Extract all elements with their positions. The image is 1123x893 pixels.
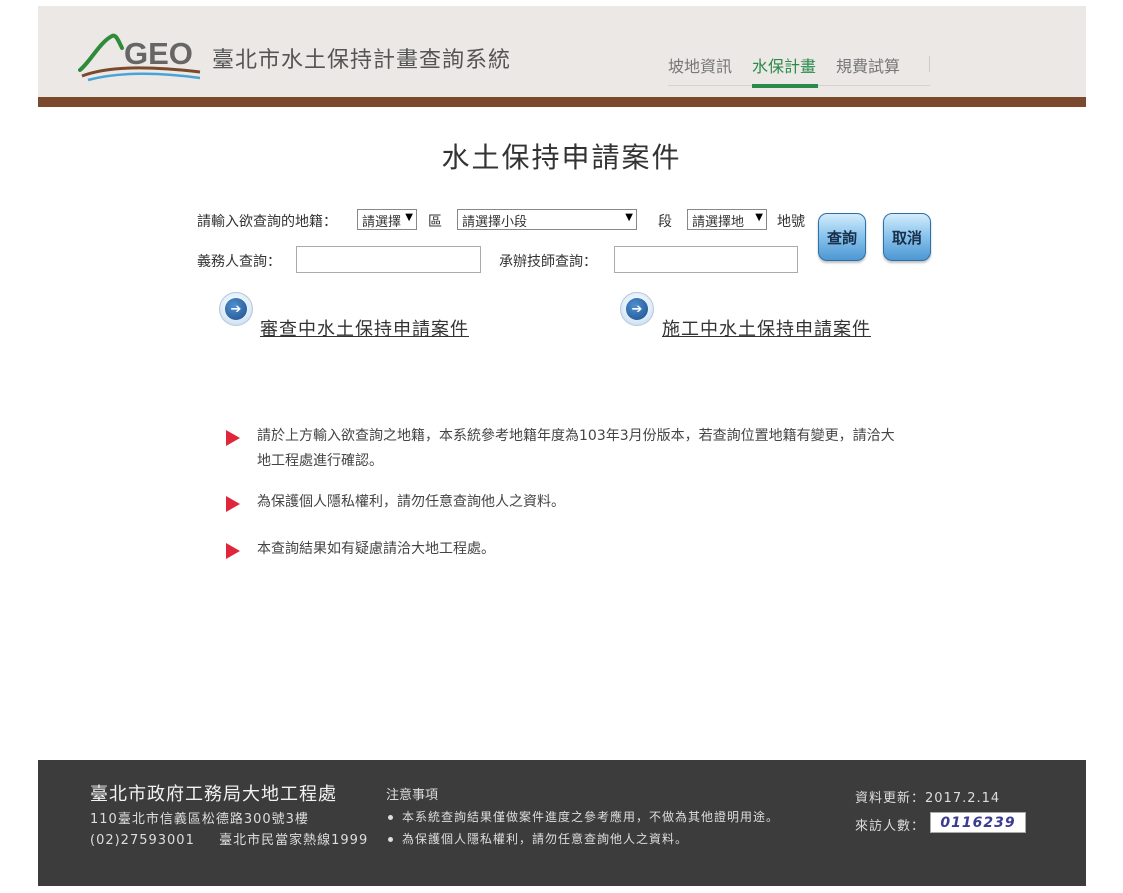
search-button[interactable]: 查詢 [818,213,866,261]
logo-text: GEO [124,36,193,71]
page-title: 水土保持申請案件 [441,141,682,174]
lot-select-value: 請選擇地 [692,215,745,230]
engineer-label: 承辦技師查詢： [499,254,597,270]
section-unit: 段 [658,214,672,230]
arrow-circle-icon[interactable]: ➔ [620,292,654,326]
main-nav: 坡地資訊 水保計畫 規費試算 [668,52,931,88]
geo-logo[interactable]: GEO [78,26,203,82]
red-arrow-icon [226,496,240,512]
nav-slope-info[interactable]: 坡地資訊 [668,53,732,85]
visitor-label: 來訪人數： [855,819,926,834]
arrow-circle-icon[interactable]: ➔ [219,292,253,326]
district-select-value: 請選擇 [362,215,402,230]
review-cases-link[interactable]: 審查中水土保持申請案件 [260,315,469,341]
visitor-counter: 0116239 [930,812,1026,833]
footer-update: 資料更新：2017.2.14 [855,787,1000,806]
nav-soil-conservation-plan[interactable]: 水保計畫 [752,53,819,88]
footer-note-item: 為保護個人隱私權利，請勿任意查詢他人之資料。 [388,830,688,847]
dropdown-arrow-icon: ▼ [755,212,763,223]
footer-address: 110臺北市信義區松德路300號3樓 [90,812,309,827]
site-header: GEO 臺北市水土保持計畫查詢系統 坡地資訊 水保計畫 規費試算 [38,6,1086,99]
note-item: 本查詢結果如有疑慮請洽大地工程處。 [257,541,495,557]
nav-fee-calculation[interactable]: 規費試算 [836,53,900,85]
update-date: 2017.2.14 [925,791,1001,806]
bullet-icon [388,837,393,842]
subsection-select-value: 請選擇小段 [462,215,528,230]
construction-cases-link[interactable]: 施工中水土保持申請案件 [662,315,871,341]
district-unit: 區 [428,214,442,230]
engineer-input[interactable] [614,246,798,273]
footer-hotline: 臺北市民當家熱線1999 [219,833,369,848]
red-arrow-icon [226,543,240,559]
footer-org-name: 臺北市政府工務局大地工程處 [90,784,337,805]
footer-phone: (02)27593001 [90,833,195,848]
footer-phone-line: (02)27593001 臺北市民當家熱線1999 [90,829,368,848]
dropdown-arrow-icon: ▼ [405,212,413,223]
note-item: 為保護個人隱私權利，請勿任意查詢他人之資料。 [257,494,565,510]
nav-divider [929,56,931,72]
site-footer: 臺北市政府工務局大地工程處 110臺北市信義區松德路300號3樓 (02)275… [38,760,1086,886]
note-item: 請於上方輸入欲查詢之地籍，本系統參考地籍年度為103年3月份版本，若查詢位置地籍… [257,428,895,469]
lot-select[interactable]: 請選擇地 ▼ [687,209,767,230]
obligor-label: 義務人查詢： [197,254,281,270]
subsection-select[interactable]: 請選擇小段 ▼ [457,209,637,230]
lot-unit: 地號 [777,214,805,230]
update-label: 資料更新： [855,791,926,806]
cadastre-label: 請輸入欲查詢的地籍： [197,214,337,230]
bullet-icon [388,815,393,820]
header-bar [38,97,1086,107]
footer-note-item: 本系統查詢結果僅做案件進度之參考應用，不做為其他證明用途。 [388,808,779,825]
dropdown-arrow-icon: ▼ [625,212,633,223]
cancel-button[interactable]: 取消 [883,213,931,261]
obligor-input[interactable] [296,246,481,273]
red-arrow-icon [226,430,240,446]
site-title: 臺北市水土保持計畫查詢系統 [212,48,512,73]
footer-notes-title: 注意事項 [386,788,439,803]
district-select[interactable]: 請選擇 ▼ [357,209,417,230]
